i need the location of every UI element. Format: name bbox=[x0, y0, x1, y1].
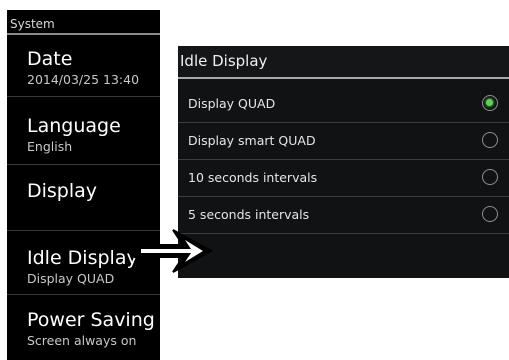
option-10-seconds[interactable]: 10 seconds intervals bbox=[178, 160, 509, 197]
dialog-title: Idle Display bbox=[178, 46, 509, 79]
setting-title: Language bbox=[27, 115, 121, 137]
setting-item-display[interactable]: Display bbox=[7, 165, 160, 231]
setting-item-language[interactable]: Language English bbox=[7, 110, 160, 165]
settings-header: System bbox=[7, 10, 160, 35]
setting-subtitle: Screen always on bbox=[27, 333, 137, 348]
setting-subtitle: English bbox=[27, 139, 73, 154]
radio-unselected-icon[interactable] bbox=[482, 169, 498, 185]
radio-unselected-icon[interactable] bbox=[482, 132, 498, 148]
setting-item-power-saving[interactable]: Power Saving Screen always on bbox=[7, 295, 160, 360]
option-label: 10 seconds intervals bbox=[188, 170, 318, 185]
setting-title: Power Saving bbox=[27, 309, 155, 331]
settings-panel: System Date 2014/03/25 13:40 Language En… bbox=[7, 10, 160, 360]
setting-title: Date bbox=[27, 48, 73, 70]
option-label: Display QUAD bbox=[188, 96, 276, 111]
setting-title: Display bbox=[27, 180, 98, 202]
option-display-quad[interactable]: Display QUAD bbox=[178, 86, 509, 123]
idle-display-dialog: Idle Display Display QUAD Display smart … bbox=[178, 46, 509, 278]
radio-selected-icon[interactable] bbox=[482, 95, 498, 111]
option-label: Display smart QUAD bbox=[188, 133, 316, 148]
right-arrow-icon bbox=[134, 229, 214, 273]
option-5-seconds[interactable]: 5 seconds intervals bbox=[178, 197, 509, 234]
radio-unselected-icon[interactable] bbox=[482, 206, 498, 222]
setting-item-date[interactable]: Date 2014/03/25 13:40 bbox=[7, 37, 160, 97]
option-display-smart-quad[interactable]: Display smart QUAD bbox=[178, 123, 509, 160]
setting-subtitle: 2014/03/25 13:40 bbox=[27, 72, 140, 87]
